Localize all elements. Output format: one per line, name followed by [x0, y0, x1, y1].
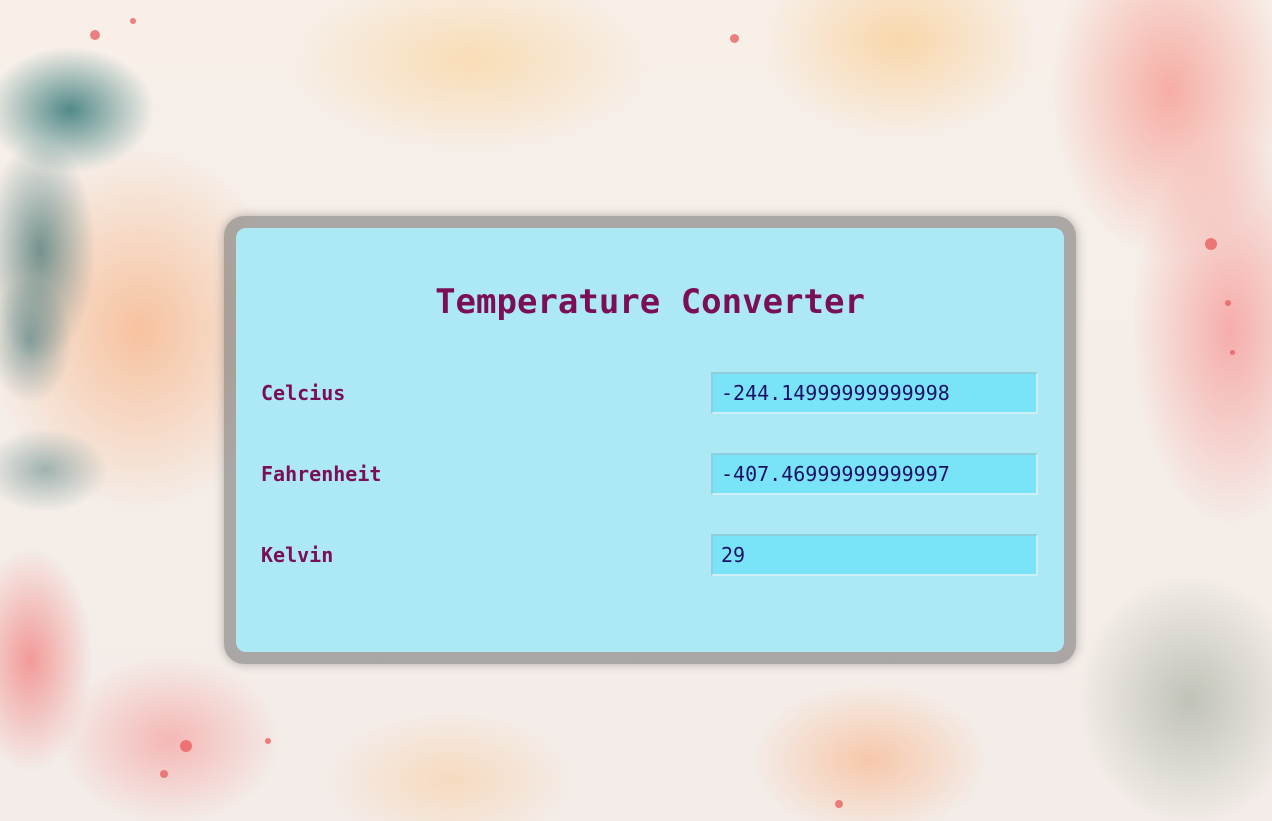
paint-splatter — [730, 34, 739, 43]
celsius-label: Celcius — [261, 381, 346, 405]
celsius-input[interactable] — [711, 372, 1038, 414]
fahrenheit-label: Fahrenheit — [261, 462, 382, 486]
kelvin-label: Kelvin — [261, 543, 334, 567]
paint-splatter — [835, 800, 843, 808]
paint-splatter — [90, 30, 100, 40]
paint-splatter — [1205, 238, 1217, 250]
paint-splatter — [1230, 350, 1235, 355]
kelvin-input[interactable] — [711, 534, 1038, 576]
fahrenheit-input[interactable] — [711, 453, 1038, 495]
paint-splatter — [130, 18, 136, 24]
paint-splatter — [160, 770, 168, 778]
paint-splatter — [265, 738, 271, 744]
page-title: Temperature Converter — [435, 282, 865, 322]
paint-splatter — [180, 740, 192, 752]
